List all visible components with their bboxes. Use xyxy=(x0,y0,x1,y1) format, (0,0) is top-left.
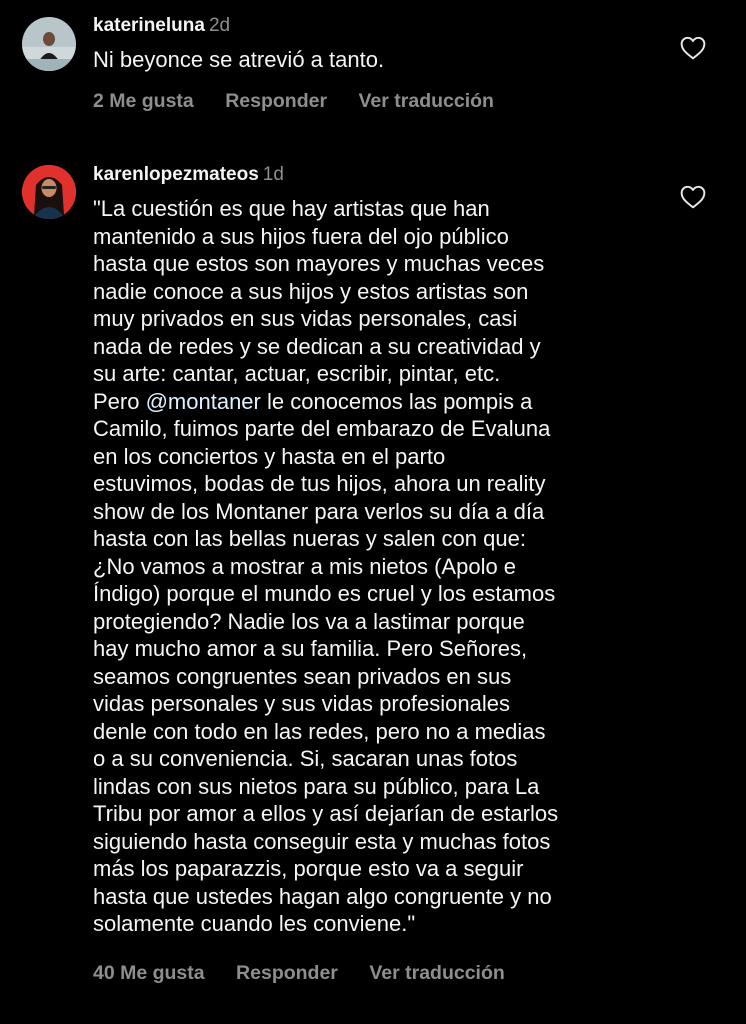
translate-button[interactable]: Ver traducción xyxy=(358,88,493,114)
comment-line: "La cuestión es que hay artistas que han xyxy=(93,196,490,221)
comment-line: o a su conveniencia. Si, sacaran unas fo… xyxy=(93,746,518,771)
timestamp: 1d xyxy=(262,164,284,185)
comment-karenlopezmateos: karenlopezmateos 1d "La cuestión es que h… xyxy=(0,150,746,1010)
avatar-image xyxy=(22,17,76,71)
comment-text: "La cuestión es que hay artistas que han… xyxy=(93,195,733,938)
comment-line: hasta con las bellas nueras y salen con … xyxy=(93,526,526,551)
comment-line: hasta que ustedes hagan algo congruente … xyxy=(93,883,552,909)
comment-line-with-mention: Pero @montaner le conocemos las pompis a xyxy=(93,388,733,416)
comment-line: su arte: cantar, actuar, escribir, pinta… xyxy=(93,361,501,386)
comment-line: nadie conoce a sus hijos y estos artista… xyxy=(93,278,529,304)
comment-header: karenlopezmateos 1d xyxy=(93,162,284,188)
comment-actions: 40 Me gusta Responder Ver traducción xyxy=(93,960,505,986)
comment-line: solamente cuando les conviene." xyxy=(93,911,416,936)
timestamp: 2d xyxy=(208,15,231,36)
comment-line: mantenido a sus hijos fuera del ojo públ… xyxy=(93,223,509,249)
heart-icon[interactable] xyxy=(680,36,706,60)
comment-line: show de los Montaner para verlos su día … xyxy=(93,498,545,524)
reply-button[interactable]: Responder xyxy=(225,88,327,114)
comment-line: siguiendo hasta conseguir esta y muchas … xyxy=(93,828,551,854)
reply-button[interactable]: Responder xyxy=(236,960,338,986)
comment-header: katerineluna 2d xyxy=(93,13,230,39)
translate-button[interactable]: Ver traducción xyxy=(369,960,504,986)
likes-count[interactable]: 40 Me gusta xyxy=(93,960,205,986)
avatar[interactable] xyxy=(22,165,76,219)
comment-text: Ni beyonce se atrevió a tanto. xyxy=(93,46,733,74)
comment-line: estuvimos, bodas de tus hijos, ahora un … xyxy=(93,471,546,496)
comment-line: lindas con sus nietos para su público, p… xyxy=(93,773,540,799)
comment-line: ¿No vamos a mostrar a mis nietos (Apolo … xyxy=(93,553,517,579)
mention-link[interactable]: @montaner xyxy=(146,389,261,414)
comment-line: hasta que estos son mayores y muchas vec… xyxy=(93,251,545,276)
comment-text-fragment: Pero xyxy=(93,388,146,414)
comment-katerineluna: katerineluna 2d Ni beyonce se atrevió a t… xyxy=(0,0,746,130)
comment-line: Ni beyonce se atrevió a tanto. xyxy=(93,47,385,72)
comment-line: hay mucho amor a su familia. Pero Señore… xyxy=(93,636,528,661)
comment-line: denle con todo en las redes, pero no a m… xyxy=(93,718,546,744)
avatar-image xyxy=(22,165,76,219)
comment-line: en los conciertos y hasta en el parto xyxy=(93,443,446,469)
username[interactable]: katerineluna xyxy=(93,15,205,36)
username[interactable]: karenlopezmateos xyxy=(93,164,259,185)
comment-line: vidas personales y sus vidas profesional… xyxy=(93,691,511,716)
comment-line: seamos congruentes sean privados en sus xyxy=(93,663,512,689)
likes-count[interactable]: 2 Me gusta xyxy=(93,88,194,114)
avatar[interactable] xyxy=(22,17,76,71)
comment-line: Tribu por amor a ellos y así dejarían de… xyxy=(93,801,559,826)
comment-line: protegiendo? Nadie los va a lastimar por… xyxy=(93,608,525,634)
comment-line: muy privados en sus vidas personales, ca… xyxy=(93,306,518,331)
comment-actions: 2 Me gusta Responder Ver traducción xyxy=(93,88,494,114)
comment-line: más los paparazzis, porque esto va a seg… xyxy=(93,856,524,881)
comment-line: Índigo) porque el mundo es cruel y los e… xyxy=(93,581,556,606)
comment-line: Camilo, fuimos parte del embarazo de Eva… xyxy=(93,416,551,441)
comment-text-fragment: le conocemos las pompis a xyxy=(260,388,533,414)
comment-line: nada de redes y se dedican a su creativi… xyxy=(93,333,541,359)
